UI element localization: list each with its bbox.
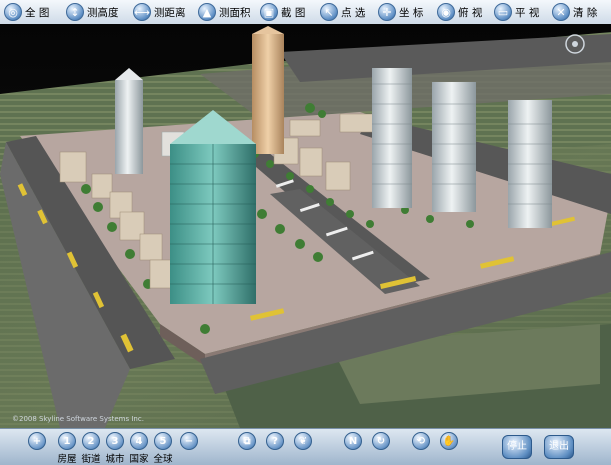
crosshair-icon: ✛	[378, 3, 396, 21]
level-globe-label: 全球	[153, 454, 173, 465]
clear-button[interactable]: ✕ 清 除	[552, 2, 597, 22]
camera-rotate-icon: ⟲	[412, 432, 430, 450]
level-view-label: 平 视	[515, 6, 540, 19]
top-view-label: 俯 视	[458, 6, 483, 19]
pointer-icon: ↖	[320, 3, 338, 21]
camera-icon: ▣	[260, 3, 278, 21]
tower-tan	[252, 34, 284, 154]
stop-button[interactable]: 停止	[502, 435, 532, 459]
clear-label: 清 除	[573, 6, 598, 19]
measure-area-label: 测面积	[219, 6, 251, 19]
layers-icon: ⧉	[238, 432, 256, 450]
copyright-text: ©2008 Skyline Software Systems Inc.	[12, 415, 144, 423]
level-1-icon: 1	[58, 432, 76, 450]
zoom-in-button[interactable]: +	[26, 432, 48, 450]
level-country-button[interactable]: 4 国家	[128, 432, 150, 465]
coordinate-label: 坐 标	[399, 6, 424, 19]
measure-height-button[interactable]: ↕ 测高度	[66, 2, 119, 22]
top-view-button[interactable]: ◉ 俯 视	[437, 2, 482, 22]
level-city-button[interactable]: 3 城市	[104, 432, 126, 465]
level-view-button[interactable]: ▭ 平 视	[494, 2, 539, 22]
pan-button[interactable]: ✋	[438, 432, 460, 450]
measure-height-label: 测高度	[87, 6, 119, 19]
level-3-icon: 3	[106, 432, 124, 450]
leaf-icon: ❦	[294, 432, 312, 450]
north-icon: N	[344, 432, 362, 450]
full-view-button[interactable]: ◎ 全 图	[4, 2, 49, 22]
full-view-label: 全 图	[25, 6, 50, 19]
tower-white-1	[372, 68, 412, 208]
level-4-icon: 4	[130, 432, 148, 450]
level-2-icon: 2	[82, 432, 100, 450]
coordinate-button[interactable]: ✛ 坐 标	[378, 2, 423, 22]
north-button[interactable]: N	[342, 432, 364, 450]
level-street-button[interactable]: 2 街道	[80, 432, 102, 465]
level-5-icon: 5	[154, 432, 172, 450]
rotate-icon: ↻	[372, 432, 390, 450]
top-toolbar: ◎ 全 图 ↕ 测高度 ⟷ 测距离 ▲ 测面积 ▣ 截 图 ↖ 点 选 ✛ 坐 …	[0, 0, 611, 25]
screenshot-button[interactable]: ▣ 截 图	[260, 2, 305, 22]
eraser-icon: ✕	[552, 3, 570, 21]
point-select-button[interactable]: ↖ 点 选	[320, 2, 365, 22]
zoom-out-icon: −	[180, 432, 198, 450]
leaf-button[interactable]: ❦	[292, 432, 314, 450]
question-icon: ?	[266, 432, 284, 450]
measure-distance-button[interactable]: ⟷ 测距离	[133, 2, 186, 22]
globe-icon: ◎	[4, 3, 22, 21]
level-street-label: 街道	[81, 454, 101, 465]
bottom-toolbar: + 1 房屋 2 街道 3 城市 4 国家 5 全球 − ⧉ ? ❦ N ↻ ⟲…	[0, 428, 611, 465]
camera-rotate-button[interactable]: ⟲	[410, 432, 432, 450]
zoom-out-button[interactable]: −	[178, 432, 200, 450]
level-country-label: 国家	[129, 454, 149, 465]
measure-distance-label: 测距离	[154, 6, 186, 19]
zoom-in-icon: +	[28, 432, 46, 450]
exit-button[interactable]: 退出	[544, 435, 574, 459]
map-3d-viewport[interactable]	[0, 24, 611, 428]
tower-far-left	[115, 80, 143, 174]
ruler-icon: ⟷	[133, 3, 151, 21]
level-view-icon: ▭	[494, 3, 512, 21]
measure-height-icon: ↕	[66, 3, 84, 21]
layers-button[interactable]: ⧉	[236, 432, 258, 450]
area-icon: ▲	[198, 3, 216, 21]
level-city-label: 城市	[105, 454, 125, 465]
eye-icon: ◉	[437, 3, 455, 21]
measure-area-button[interactable]: ▲ 测面积	[198, 2, 251, 22]
rotate-button[interactable]: ↻	[370, 432, 392, 450]
level-globe-button[interactable]: 5 全球	[152, 432, 174, 465]
point-select-label: 点 选	[341, 6, 366, 19]
level-house-button[interactable]: 1 房屋	[56, 432, 78, 465]
level-house-label: 房屋	[57, 454, 77, 465]
tower-white-2	[432, 82, 476, 212]
hand-icon: ✋	[440, 432, 458, 450]
screenshot-label: 截 图	[281, 6, 306, 19]
help-button[interactable]: ?	[264, 432, 286, 450]
